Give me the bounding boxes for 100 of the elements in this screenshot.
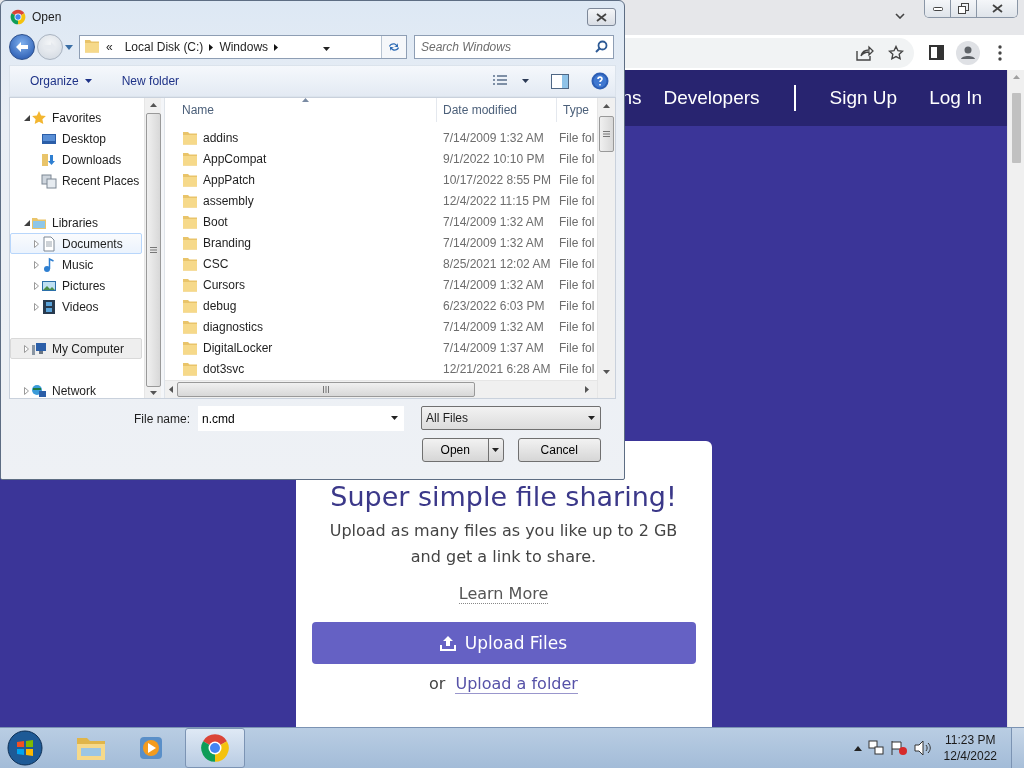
nav-link[interactable]: Sign Up xyxy=(829,87,898,109)
nav-tree-item[interactable]: Downloads xyxy=(10,149,142,170)
grip-icon xyxy=(323,386,329,393)
folder-icon xyxy=(182,340,198,355)
nav-tree-item[interactable]: Favorites xyxy=(10,107,142,128)
refresh-button[interactable] xyxy=(381,36,406,58)
file-type-dropdown[interactable]: All Files xyxy=(421,406,601,430)
scroll-thumb[interactable] xyxy=(599,116,614,152)
column-header[interactable]: Type xyxy=(557,98,597,122)
file-name: diagnostics xyxy=(203,319,264,334)
date-modified: 8/25/2021 12:02 AM xyxy=(442,256,552,271)
cancel-button[interactable]: Cancel xyxy=(517,438,601,462)
bookmark-star-icon[interactable] xyxy=(888,44,904,61)
file-row[interactable]: DigitalLocker 7/14/2009 1:37 AM File fol xyxy=(165,337,597,358)
file-row[interactable]: assembly 12/4/2022 11:15 PM File fol xyxy=(165,190,597,211)
close-button[interactable] xyxy=(587,8,616,26)
file-type: File fol xyxy=(558,193,596,208)
restore-icon xyxy=(958,3,969,14)
nav-tree-item[interactable]: Documents xyxy=(10,233,142,254)
file-row[interactable]: AppCompat 9/1/2022 10:10 PM File fol xyxy=(165,148,597,169)
upload-files-button[interactable]: Upload Files xyxy=(311,622,696,664)
file-type: File fol xyxy=(558,151,596,166)
upload-icon xyxy=(439,635,456,651)
scroll-thumb[interactable] xyxy=(1011,93,1021,163)
nav-tree-item[interactable]: Pictures xyxy=(10,275,142,296)
file-name: Cursors xyxy=(203,277,245,292)
back-button[interactable] xyxy=(9,34,35,60)
preview-pane-icon[interactable] xyxy=(551,73,569,89)
scroll-thumb[interactable] xyxy=(177,382,475,397)
file-row[interactable]: Branding 7/14/2009 1:32 AM File fol xyxy=(165,232,597,253)
nav-tree-item[interactable]: Desktop xyxy=(10,128,142,149)
restore-button[interactable] xyxy=(950,0,976,17)
help-icon[interactable] xyxy=(591,72,609,90)
file-name: Branding xyxy=(203,235,252,250)
nav-tree-item[interactable]: My Computer xyxy=(10,338,142,359)
file-row[interactable]: debug 6/23/2022 6:03 PM File fol xyxy=(165,295,597,316)
clock[interactable]: 11:23 PM 12/4/2022 xyxy=(943,732,997,764)
file-name: addins xyxy=(203,130,239,145)
view-caret-icon xyxy=(522,79,529,83)
horizontal-scrollbar[interactable] xyxy=(165,380,597,398)
nav-link[interactable]: Log In xyxy=(929,87,982,109)
history-caret-icon[interactable] xyxy=(65,44,73,50)
breadcrumb-item[interactable]: Local Disk (C:) xyxy=(118,40,210,54)
scrollbar[interactable] xyxy=(597,98,615,398)
document-icon xyxy=(41,235,57,252)
date-modified: 7/14/2009 1:37 AM xyxy=(442,340,545,355)
clock-time: 11:23 PM xyxy=(945,732,996,748)
close-button[interactable] xyxy=(976,0,1017,17)
breadcrumb-item[interactable]: Windows xyxy=(213,40,275,54)
file-name: Boot xyxy=(203,214,228,229)
scroll-thumb[interactable] xyxy=(145,113,161,387)
scrollbar[interactable] xyxy=(1007,70,1024,727)
date-modified: 6/23/2022 6:03 PM xyxy=(442,298,546,313)
folder-icon xyxy=(182,151,198,166)
nav-tree-item[interactable]: Music xyxy=(10,254,142,275)
file-row[interactable]: Boot 7/14/2009 1:32 AM File fol xyxy=(165,211,597,232)
nav-tree-item[interactable]: Videos xyxy=(10,296,142,317)
start-button[interactable] xyxy=(5,729,45,767)
file-type: File fol xyxy=(558,361,596,376)
network-icon[interactable] xyxy=(867,740,884,756)
nav-link[interactable]: Developers xyxy=(663,87,760,109)
date-modified: 12/4/2022 11:15 PM xyxy=(442,193,552,208)
windows-orb-icon xyxy=(7,730,43,766)
nav-tree-item[interactable]: Libraries xyxy=(10,212,142,233)
upload-folder-link[interactable]: Upload a folder xyxy=(455,674,578,694)
file-row[interactable]: Cursors 7/14/2009 1:32 AM File fol xyxy=(165,274,597,295)
file-row[interactable]: dot3svc 12/21/2021 6:28 AM File fol xyxy=(165,358,597,379)
nav-tree-item[interactable]: Recent Places xyxy=(10,170,142,191)
file-type: File fol xyxy=(558,298,596,313)
file-row[interactable]: addins 7/14/2009 1:32 AM File fol xyxy=(165,127,597,148)
view-list-icon[interactable] xyxy=(492,74,508,88)
file-row[interactable]: AppPatch 10/17/2022 8:55 PM File fol xyxy=(165,169,597,190)
share-icon[interactable] xyxy=(856,44,874,61)
dropdown-caret-icon xyxy=(323,47,331,51)
new-folder-button[interactable]: New folder xyxy=(113,71,188,91)
file-name-field[interactable]: n.cmd xyxy=(198,406,404,431)
recent-places-icon xyxy=(41,172,57,189)
file-type: File fol xyxy=(558,340,596,355)
or-text: or xyxy=(429,674,446,693)
scrollbar[interactable] xyxy=(143,98,162,398)
nav-tree-item[interactable]: Network xyxy=(10,380,142,398)
file-row[interactable]: diagnostics 7/14/2009 1:32 AM File fol xyxy=(165,316,597,337)
organize-button[interactable]: Organize xyxy=(22,71,100,91)
breadcrumb-bar[interactable]: « Local Disk (C:) Windows xyxy=(79,35,407,59)
minimize-icon xyxy=(932,6,943,11)
folder-icon xyxy=(182,193,198,208)
open-button[interactable]: Open xyxy=(422,438,504,462)
speaker-icon[interactable] xyxy=(913,740,932,756)
taskbar-app[interactable] xyxy=(185,728,245,768)
show-hidden-icons[interactable] xyxy=(853,745,862,751)
file-row[interactable]: CSC 8/25/2021 12:02 AM File fol xyxy=(165,253,597,274)
breadcrumb-overflow[interactable]: « xyxy=(100,40,119,54)
column-header[interactable]: Date modified xyxy=(437,98,557,122)
minimize-button[interactable] xyxy=(925,0,950,17)
learn-more-link[interactable]: Learn More xyxy=(458,584,549,604)
search-icon xyxy=(595,40,608,53)
search-field[interactable]: Search Windows xyxy=(414,35,614,59)
flag-icon[interactable] xyxy=(889,740,908,756)
kebab-menu-icon xyxy=(998,44,1002,61)
folder-icon xyxy=(182,172,198,187)
